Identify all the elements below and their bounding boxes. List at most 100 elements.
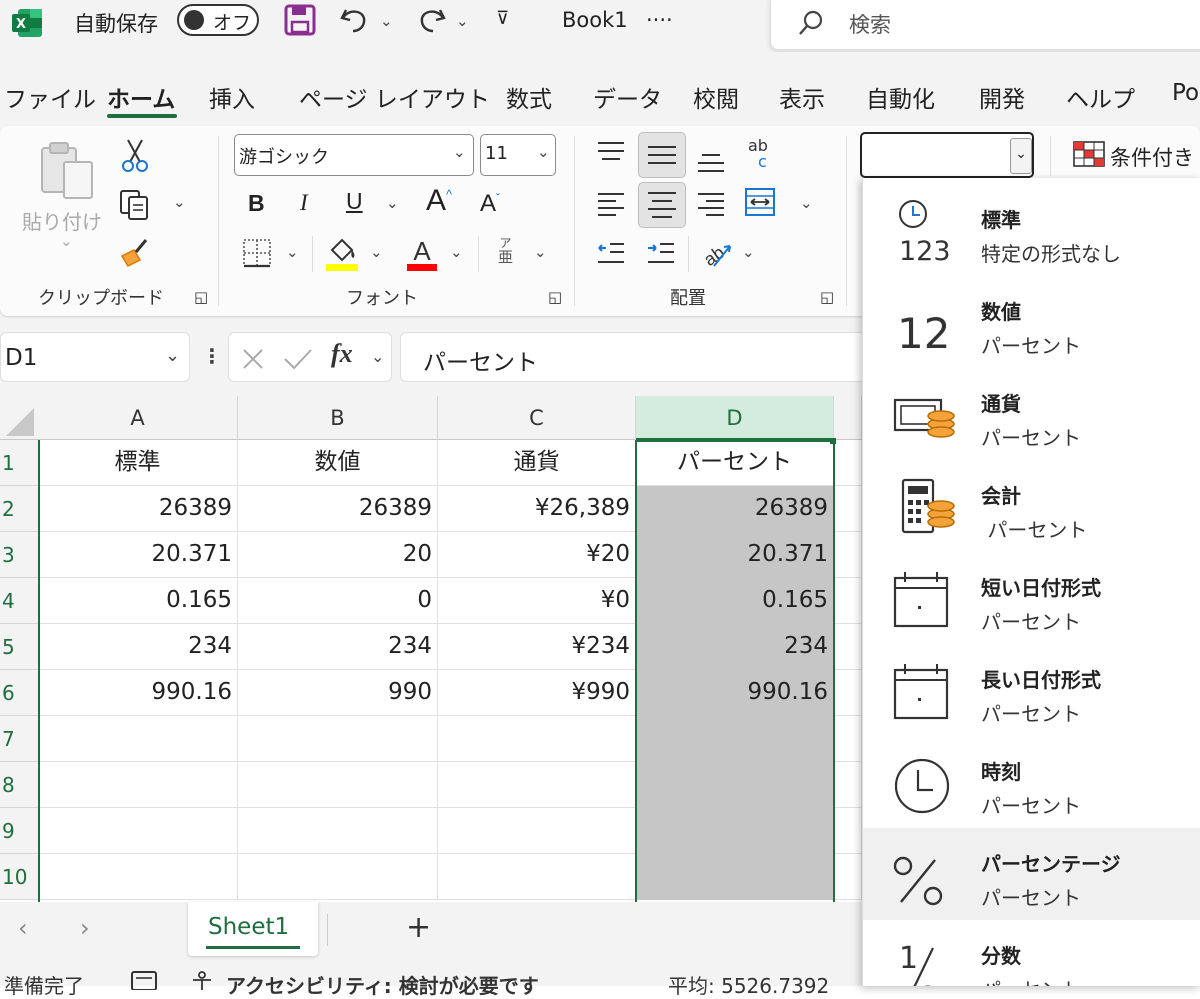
phonetic-guide-button[interactable]: ア 亜 xyxy=(498,236,513,265)
format-option-fraction[interactable]: 12 分数 パーセント xyxy=(863,920,1200,986)
grid-cell-b9[interactable] xyxy=(238,808,438,854)
borders-icon[interactable] xyxy=(242,238,272,268)
tab-review[interactable]: 校閲 xyxy=(693,80,739,114)
formula-bar-options-icon[interactable]: ⋮ xyxy=(202,344,222,368)
grid-cell-c7[interactable] xyxy=(438,716,636,762)
grid-cell-e1[interactable] xyxy=(834,440,862,486)
decrease-indent-icon[interactable] xyxy=(596,240,626,268)
wrap-text-button[interactable]: ab c xyxy=(748,138,768,170)
grow-font-button[interactable]: A^ xyxy=(426,184,452,218)
row-header[interactable]: 3 xyxy=(0,532,38,578)
status-average[interactable]: 平均: 5526.7392 xyxy=(668,970,829,999)
row-header[interactable]: 10 xyxy=(0,854,38,900)
column-header-b[interactable]: B xyxy=(238,396,438,440)
tab-data[interactable]: データ xyxy=(593,80,662,114)
redo-icon[interactable] xyxy=(414,4,448,36)
fill-color-chevron-down-icon[interactable]: ⌄ xyxy=(370,243,383,261)
grid-cell-b5[interactable]: 234 xyxy=(238,624,438,670)
paste-icon[interactable] xyxy=(38,140,96,202)
copy-icon[interactable] xyxy=(118,188,152,222)
grid-cell-a9[interactable] xyxy=(38,808,238,854)
customize-quick-access-icon[interactable]: ⊽ xyxy=(496,8,509,29)
grid-cell-d3[interactable]: 20.371 xyxy=(636,532,834,578)
grid-cell-e3[interactable] xyxy=(834,532,862,578)
italic-button[interactable]: I xyxy=(300,190,308,216)
grid-cell-d6[interactable]: 990.16 xyxy=(636,670,834,716)
autosave-toggle[interactable]: オフ xyxy=(177,4,259,36)
fx-chevron-down-icon[interactable]: ⌄ xyxy=(371,347,384,366)
row-header[interactable]: 2 xyxy=(0,486,38,532)
column-header-c[interactable]: C xyxy=(438,396,636,440)
tab-file[interactable]: ファイル xyxy=(4,80,96,114)
increase-indent-icon[interactable] xyxy=(646,240,676,268)
row-header[interactable]: 4 xyxy=(0,578,38,624)
undo-icon[interactable] xyxy=(338,4,372,36)
format-option-short-date[interactable]: 短い日付形式 パーセント xyxy=(863,552,1200,644)
confirm-entry-icon[interactable] xyxy=(283,347,313,371)
cancel-entry-icon[interactable] xyxy=(241,347,265,371)
grid-cell-b6[interactable]: 990 xyxy=(238,670,438,716)
grid-cell-e5[interactable] xyxy=(834,624,862,670)
column-header-d[interactable]: D xyxy=(636,396,834,440)
grid-cell-b7[interactable] xyxy=(238,716,438,762)
underline-button[interactable]: U xyxy=(346,188,363,215)
cut-icon[interactable] xyxy=(120,138,150,174)
row-header[interactable]: 9 xyxy=(0,808,38,854)
grid-cell-d8[interactable] xyxy=(636,762,834,808)
grid-cell-d2[interactable]: 26389 xyxy=(636,486,834,532)
tab-help[interactable]: ヘルプ xyxy=(1066,80,1135,114)
grid-cell-a5[interactable]: 234 xyxy=(38,624,238,670)
sheet-tab-sheet1[interactable]: Sheet1 xyxy=(188,902,318,956)
grid-cell-e9[interactable] xyxy=(834,808,862,854)
row-header[interactable]: 8 xyxy=(0,762,38,808)
number-format-combo[interactable]: ⌄ xyxy=(860,132,1034,178)
grid-cell-c6[interactable]: ¥990 xyxy=(438,670,636,716)
grid-cell-a1[interactable]: 標準 xyxy=(38,440,238,486)
tab-insert[interactable]: 挿入 xyxy=(209,80,255,114)
conditional-formatting-label[interactable]: 条件付き xyxy=(1110,142,1194,172)
formula-input[interactable]: パーセント xyxy=(400,332,870,382)
undo-dropdown-chevron-down-icon[interactable]: ⌄ xyxy=(380,12,393,30)
merge-chevron-down-icon[interactable]: ⌄ xyxy=(800,194,813,212)
align-top-icon[interactable] xyxy=(596,140,626,168)
fill-handle[interactable] xyxy=(830,438,836,444)
format-option-currency[interactable]: 通貨 パーセント xyxy=(863,368,1200,460)
font-color-chevron-down-icon[interactable]: ⌄ xyxy=(450,243,463,261)
grid-cell-a10[interactable] xyxy=(38,854,238,900)
format-option-accounting[interactable]: 会計 パーセント xyxy=(863,460,1200,552)
font-size-chevron-down-icon[interactable]: ⌄ xyxy=(537,143,550,161)
select-all-corner[interactable] xyxy=(0,396,38,440)
accessibility-status[interactable]: アクセシビリティ: 検討が必要です xyxy=(226,970,539,999)
number-format-chevron-down-icon[interactable]: ⌄ xyxy=(1010,138,1032,174)
tab-home[interactable]: ホーム xyxy=(107,80,175,114)
grid-cell-a4[interactable]: 0.165 xyxy=(38,578,238,624)
align-center-button[interactable] xyxy=(638,182,686,228)
merge-center-icon[interactable] xyxy=(744,186,776,218)
grid-cell-e2[interactable] xyxy=(834,486,862,532)
grid-cell-e4[interactable] xyxy=(834,578,862,624)
grid-cell-b8[interactable] xyxy=(238,762,438,808)
conditional-formatting-icon[interactable] xyxy=(1072,140,1106,168)
align-right-icon[interactable] xyxy=(696,190,726,218)
font-size-combo[interactable]: 11 ⌄ xyxy=(480,134,556,176)
grid-cell-a3[interactable]: 20.371 xyxy=(38,532,238,578)
copy-chevron-down-icon[interactable]: ⌄ xyxy=(173,193,186,211)
phonetic-chevron-down-icon[interactable]: ⌄ xyxy=(534,243,547,261)
format-painter-icon[interactable] xyxy=(118,236,152,270)
search-box[interactable]: 検索 xyxy=(770,0,1200,50)
underline-chevron-down-icon[interactable]: ⌄ xyxy=(386,194,399,212)
insert-function-button[interactable]: fx xyxy=(331,339,353,369)
grid-cell-d1[interactable]: パーセント xyxy=(636,440,834,486)
orientation-icon[interactable]: ab xyxy=(700,236,734,270)
align-left-icon[interactable] xyxy=(596,190,626,218)
grid-cell-b10[interactable] xyxy=(238,854,438,900)
grid-cell-e7[interactable] xyxy=(834,716,862,762)
row-header[interactable]: 6 xyxy=(0,670,38,716)
grid-cell-a7[interactable] xyxy=(38,716,238,762)
borders-chevron-down-icon[interactable]: ⌄ xyxy=(286,243,299,261)
name-box[interactable]: D1 ⌄ xyxy=(0,332,190,382)
font-color-icon[interactable]: A xyxy=(404,234,440,272)
redo-dropdown-chevron-down-icon[interactable]: ⌄ xyxy=(456,12,469,30)
book-title-more[interactable]: ···· xyxy=(646,8,673,32)
column-header-a[interactable]: A xyxy=(38,396,238,440)
